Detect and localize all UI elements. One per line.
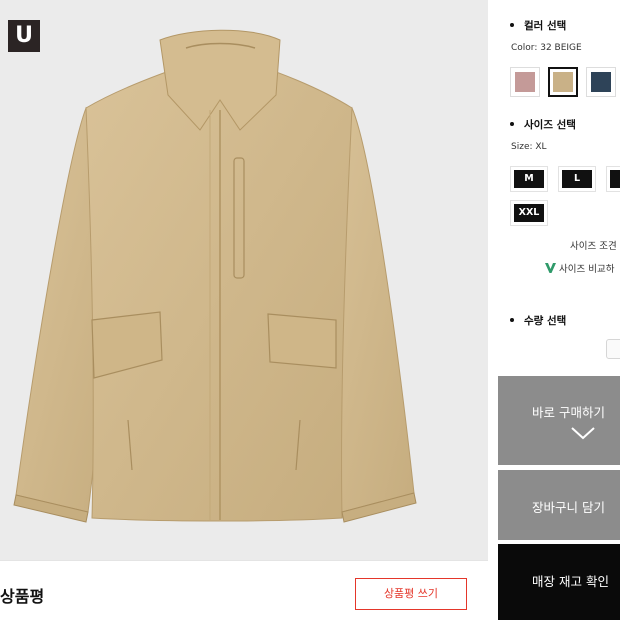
size-option-label: L xyxy=(562,170,592,188)
review-bar: 상품평 상품평 쓰기 xyxy=(0,560,488,620)
swatch-fill xyxy=(515,72,535,92)
size-section-heading: 사이즈 선택 xyxy=(510,117,576,132)
swatch-fill xyxy=(591,72,611,92)
add-to-cart-button[interactable]: 장바구니 담기 xyxy=(498,470,620,540)
size-option-xxl[interactable]: XXL xyxy=(510,200,548,226)
size-compare-label: 사이즈 비교하 xyxy=(559,264,615,275)
add-to-cart-label: 장바구니 담기 xyxy=(532,500,605,515)
swatch-fill xyxy=(553,72,573,92)
store-stock-button[interactable]: 매장 재고 확인 xyxy=(498,544,620,620)
size-option-l[interactable]: L xyxy=(558,166,596,192)
size-section-title: 사이즈 선택 xyxy=(524,119,576,131)
selected-size-label: Size: XL xyxy=(511,142,547,152)
size-guide-link[interactable]: 사이즈 조견 xyxy=(570,238,617,252)
size-option-label: X xyxy=(610,170,620,188)
buy-now-label: 바로 구매하기 xyxy=(532,405,605,420)
size-option-m[interactable]: M xyxy=(510,166,548,192)
color-swatch-beige[interactable] xyxy=(548,67,578,97)
store-stock-label: 매장 재고 확인 xyxy=(532,574,609,589)
bullet-icon xyxy=(510,122,514,126)
color-section-heading: 컬러 선택 xyxy=(510,18,566,33)
color-section-title: 컬러 선택 xyxy=(524,20,567,32)
quantity-stepper[interactable] xyxy=(606,339,620,359)
product-jacket-image xyxy=(13,29,417,523)
bullet-icon xyxy=(510,318,514,322)
buy-now-button[interactable]: 바로 구매하기 xyxy=(498,376,620,465)
bullet-icon xyxy=(510,23,514,27)
quantity-section: 수량 선택 xyxy=(498,300,620,376)
quantity-section-heading: 수량 선택 xyxy=(510,313,566,328)
reviews-title: 상품평 xyxy=(0,587,45,606)
write-review-button[interactable]: 상품평 쓰기 xyxy=(355,578,467,610)
check-v-icon xyxy=(545,263,556,273)
chevron-down-icon xyxy=(571,427,595,440)
size-option-xl[interactable]: X xyxy=(606,166,620,192)
product-image-panel: U xyxy=(0,0,488,560)
color-swatch-navy[interactable] xyxy=(586,67,616,97)
color-swatch-pink[interactable] xyxy=(510,67,540,97)
size-option-label: M xyxy=(514,170,544,188)
selected-color-label: Color: 32 BEIGE xyxy=(511,43,582,53)
size-compare-link[interactable]: 사이즈 비교하 xyxy=(545,261,614,275)
brand-badge: U xyxy=(8,20,40,52)
quantity-section-title: 수량 선택 xyxy=(524,315,567,327)
size-option-label: XXL xyxy=(514,204,544,222)
